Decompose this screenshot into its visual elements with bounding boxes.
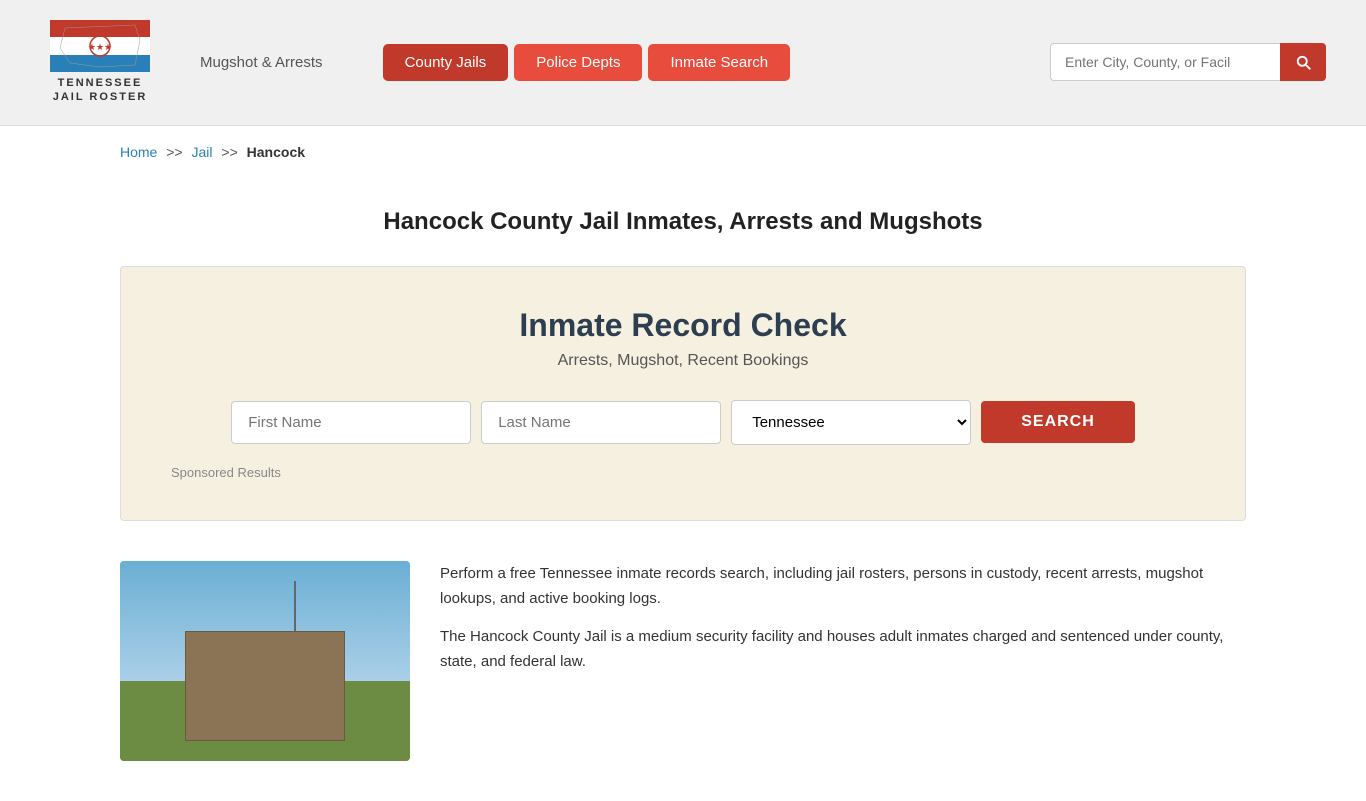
jail-image — [120, 561, 410, 761]
breadcrumb-sep2: >> — [221, 144, 237, 160]
desc-para2: The Hancock County Jail is a medium secu… — [440, 624, 1246, 675]
mugshot-arrests-link[interactable]: Mugshot & Arrests — [200, 54, 323, 71]
sponsored-label: Sponsored Results — [171, 465, 1195, 480]
header: ★★★ TENNESSEE JAIL ROSTER Mugshot & Arre… — [0, 0, 1366, 126]
building-main — [185, 631, 345, 741]
header-search-button[interactable] — [1280, 43, 1326, 81]
tennessee-flag-icon: ★★★ — [50, 20, 150, 72]
header-search — [1050, 43, 1326, 81]
breadcrumb-sep1: >> — [166, 144, 182, 160]
desc-para1: Perform a free Tennessee inmate records … — [440, 561, 1246, 612]
search-icon — [1294, 53, 1312, 71]
main-content: Hancock County Jail Inmates, Arrests and… — [0, 178, 1366, 801]
logo-link[interactable]: ★★★ TENNESSEE JAIL ROSTER — [40, 20, 160, 105]
description-text: Perform a free Tennessee inmate records … — [440, 561, 1246, 687]
last-name-input[interactable] — [481, 401, 721, 444]
bottom-content: Perform a free Tennessee inmate records … — [120, 561, 1246, 761]
main-nav: County Jails Police Depts Inmate Search — [383, 44, 790, 81]
page-title: Hancock County Jail Inmates, Arrests and… — [120, 208, 1246, 236]
inmate-check-title: Inmate Record Check — [171, 307, 1195, 344]
breadcrumb-current: Hancock — [247, 144, 305, 160]
inmate-search-form: Tennessee Alabama Georgia Kentucky Virgi… — [171, 400, 1195, 445]
inmate-search-submit[interactable]: SEARCH — [981, 401, 1135, 443]
svg-text:★★★: ★★★ — [88, 42, 112, 52]
breadcrumb: Home >> Jail >> Hancock — [120, 144, 1246, 160]
breadcrumb-section: Home >> Jail >> Hancock — [0, 126, 1366, 178]
inmate-search-button[interactable]: Inmate Search — [648, 44, 790, 81]
logo-text: TENNESSEE JAIL ROSTER — [53, 76, 148, 105]
header-search-input[interactable] — [1050, 43, 1280, 81]
jail-image-inner — [120, 561, 410, 761]
state-select[interactable]: Tennessee Alabama Georgia Kentucky Virgi… — [731, 400, 971, 445]
police-depts-button[interactable]: Police Depts — [514, 44, 642, 81]
inmate-record-check-box: Inmate Record Check Arrests, Mugshot, Re… — [120, 266, 1246, 521]
county-jails-button[interactable]: County Jails — [383, 44, 509, 81]
inmate-check-subtitle: Arrests, Mugshot, Recent Bookings — [171, 352, 1195, 370]
first-name-input[interactable] — [231, 401, 471, 444]
breadcrumb-home[interactable]: Home — [120, 144, 157, 160]
flagpole — [294, 581, 296, 631]
breadcrumb-jail[interactable]: Jail — [192, 144, 213, 160]
